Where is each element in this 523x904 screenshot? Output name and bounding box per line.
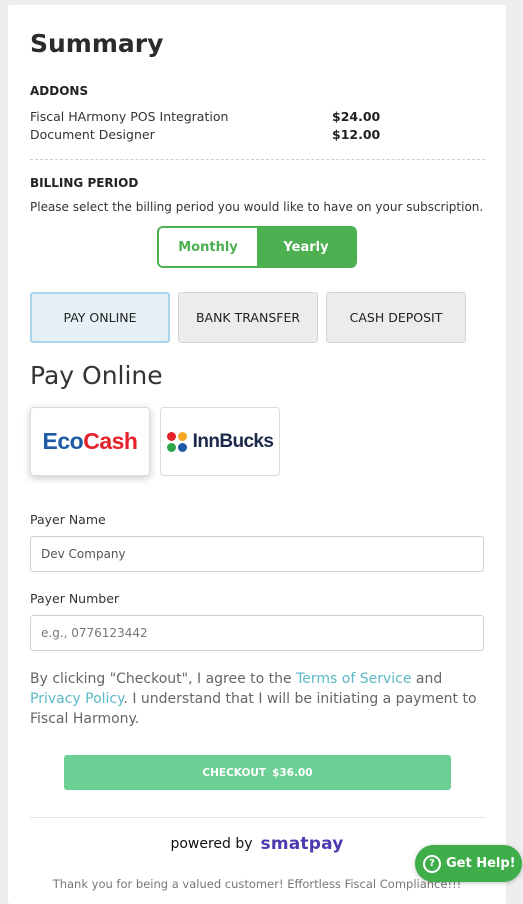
terms-of-service-link[interactable]: Terms of Service [296, 671, 411, 687]
payer-number-label: Payer Number [30, 591, 120, 606]
billing-description: Please select the billing period you wou… [30, 200, 484, 214]
ecocash-option[interactable]: EcoCash [30, 407, 150, 476]
addon-price: $12.00 [332, 127, 381, 142]
privacy-policy-link[interactable]: Privacy Policy [30, 691, 123, 707]
addon-name: Fiscal HArmony POS Integration [30, 109, 229, 124]
addon-price: $24.00 [332, 109, 381, 124]
terms-text: By clicking "Checkout", I agree to the T… [30, 671, 477, 727]
payer-name-input[interactable] [30, 536, 484, 572]
addon-name: Document Designer [30, 127, 155, 142]
billing-period-toggle: Monthly Yearly [157, 226, 357, 268]
page-title: Summary [30, 29, 164, 58]
payer-name-label: Payer Name [30, 512, 106, 527]
divider [30, 817, 485, 818]
ecocash-logo: EcoCash [42, 428, 138, 454]
divider [30, 159, 485, 160]
addons-heading: ADDONS [30, 84, 89, 98]
innbucks-dots-icon [166, 431, 187, 452]
get-help-button[interactable]: ? Get Help! [415, 845, 522, 882]
tab-bank-transfer[interactable]: BANK TRANSFER [178, 292, 318, 343]
innbucks-logo: InnBucks [166, 431, 274, 453]
tab-pay-online[interactable]: PAY ONLINE [30, 292, 170, 343]
billing-heading: BILLING PERIOD [30, 176, 139, 190]
billing-option-yearly[interactable]: Yearly [257, 228, 355, 266]
payer-number-input[interactable] [30, 615, 484, 651]
billing-option-monthly[interactable]: Monthly [159, 228, 257, 266]
question-icon: ? [423, 854, 441, 873]
powered-by-text: powered by [170, 836, 253, 852]
smatpay-logo: smatpay [260, 834, 344, 854]
tab-cash-deposit[interactable]: CASH DEPOSIT [326, 292, 466, 343]
summary-card: Summary ADDONS Fiscal HArmony POS Integr… [8, 5, 506, 904]
innbucks-option[interactable]: InnBucks [160, 407, 280, 476]
checkout-button[interactable]: CHECKOUT $36.00 [64, 755, 451, 790]
pay-online-heading: Pay Online [30, 361, 163, 390]
